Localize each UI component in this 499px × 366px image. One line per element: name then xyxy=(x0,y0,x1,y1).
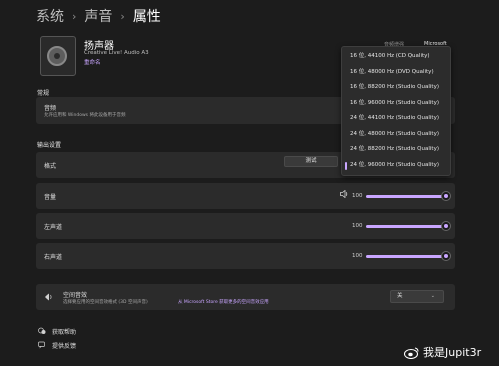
right-channel-slider-track[interactable] xyxy=(366,255,446,258)
volume-slider-thumb[interactable] xyxy=(442,192,450,200)
watermark: 我是Jupit3r xyxy=(404,344,481,360)
section-output: 输出设置 xyxy=(37,142,62,149)
right-channel-value: 100 xyxy=(352,253,363,259)
format-option[interactable]: 24 位, 44100 Hz (Studio Quality) xyxy=(342,111,450,127)
watermark-text: 我是Jupit3r xyxy=(423,346,482,359)
spatial-audio-select-value: 关 xyxy=(397,293,403,299)
speaker-device-icon xyxy=(40,36,76,76)
breadcrumb: 系统 › 声音 › 属性 xyxy=(36,6,161,26)
format-option[interactable]: 16 位, 48000 Hz (DVD Quality) xyxy=(342,65,450,81)
right-channel-card: 右声道 100 xyxy=(36,243,455,269)
feedback-icon xyxy=(38,341,46,351)
spatial-audio-card: 空间音效 选择要应用的空间音效格式 (3D 空间声音) 从 Microsoft … xyxy=(36,284,455,310)
format-option-selected[interactable]: 24 位, 96000 Hz (Studio Quality) xyxy=(342,158,450,174)
weibo-logo xyxy=(404,347,419,359)
right-channel-label: 右声道 xyxy=(44,254,63,261)
format-option[interactable]: 16 位, 96000 Hz (Studio Quality) xyxy=(342,96,450,112)
spatial-audio-description: 选择要应用的空间音效格式 (3D 空间声音) xyxy=(63,300,148,305)
volume-slider-track[interactable] xyxy=(366,195,446,198)
get-help-link[interactable]: 获取帮助 xyxy=(52,327,76,336)
chevron-down-icon: ⌄ xyxy=(430,293,435,299)
right-channel-slider-thumb[interactable] xyxy=(442,252,450,260)
device-model: Creative Live! Audio A3 xyxy=(84,50,149,56)
left-channel-value: 100 xyxy=(352,223,363,229)
spatial-audio-title: 空间音效 xyxy=(63,292,88,299)
format-option[interactable]: 16 位, 88200 Hz (Studio Quality) xyxy=(342,80,450,96)
audio-description: 允许应用和 Windows 将此设备用于音频 xyxy=(44,113,126,118)
left-channel-slider-thumb[interactable] xyxy=(442,222,450,230)
volume-label: 音量 xyxy=(44,194,57,201)
audio-title: 音频 xyxy=(44,105,57,112)
format-option[interactable]: 24 位, 48000 Hz (Studio Quality) xyxy=(342,127,450,143)
volume-card: 音量 100 xyxy=(36,183,455,209)
format-option[interactable]: 16 位, 44100 Hz (CD Quality) xyxy=(342,49,450,65)
left-channel-slider-track[interactable] xyxy=(366,225,446,228)
breadcrumb-item-sound[interactable]: 声音 xyxy=(84,6,112,26)
feedback-link[interactable]: 提供反馈 xyxy=(52,341,76,350)
speaker-icon[interactable] xyxy=(340,189,349,200)
page-title: 属性 xyxy=(132,9,161,25)
format-label: 格式 xyxy=(44,163,57,170)
breadcrumb-item-system[interactable]: 系统 xyxy=(36,6,64,26)
rename-link[interactable]: 重命名 xyxy=(84,58,101,66)
left-channel-card: 左声道 100 xyxy=(36,213,455,239)
breadcrumb-separator: › xyxy=(72,9,77,23)
format-option[interactable]: 24 位, 88200 Hz (Studio Quality) xyxy=(342,142,450,158)
volume-value: 100 xyxy=(352,193,363,199)
spatial-audio-select[interactable]: 关 ⌄ xyxy=(390,290,444,303)
spatial-store-link[interactable]: 从 Microsoft Store 获取更多的空间音效应用 xyxy=(178,299,269,305)
spatial-audio-icon xyxy=(44,293,53,303)
format-dropdown-list: 16 位, 44100 Hz (CD Quality) 16 位, 48000 … xyxy=(341,46,451,176)
left-channel-label: 左声道 xyxy=(44,224,63,231)
breadcrumb-separator: › xyxy=(120,9,125,23)
help-icon xyxy=(38,327,46,337)
section-general: 常规 xyxy=(37,90,50,97)
test-button[interactable]: 测试 xyxy=(284,156,338,167)
